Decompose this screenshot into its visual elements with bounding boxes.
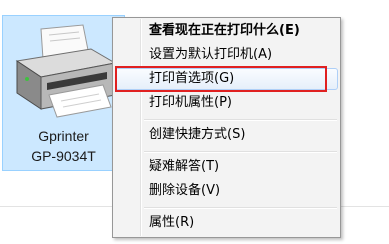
menu-item-create-shortcut[interactable]: 创建快捷方式(S) — [115, 124, 338, 146]
menu-item-label: 设置为默认打印机(A) — [149, 47, 273, 62]
device-name-line1: Gprinter — [38, 128, 89, 144]
context-menu: 查看现在正在打印什么(E) 设置为默认打印机(A) 打印首选项(G) 打印机属性… — [112, 17, 341, 238]
menu-separator — [144, 119, 337, 121]
menu-item-label: 打印机属性(P) — [149, 95, 232, 110]
annotation-highlight-box — [115, 66, 327, 92]
menu-item-properties[interactable]: 属性(R) — [115, 212, 338, 234]
printer-device-tile[interactable]: Gprinter GP-9034T — [2, 15, 125, 171]
device-name: Gprinter GP-9034T — [3, 126, 124, 166]
menu-item-troubleshoot[interactable]: 疑难解答(T) — [115, 156, 338, 178]
printer-icon — [15, 24, 117, 118]
menu-item-label: 创建快捷方式(S) — [149, 127, 246, 142]
menu-separator — [144, 151, 337, 153]
menu-separator — [144, 207, 337, 209]
menu-item-remove-device[interactable]: 删除设备(V) — [115, 180, 338, 202]
menu-item-label: 属性(R) — [149, 215, 195, 230]
menu-item-set-as-default[interactable]: 设置为默认打印机(A) — [115, 44, 338, 66]
menu-item-label: 查看现在正在打印什么(E) — [149, 23, 300, 38]
menu-item-label: 疑难解答(T) — [149, 159, 220, 174]
menu-item-label: 删除设备(V) — [149, 183, 221, 198]
menu-item-see-whats-printing[interactable]: 查看现在正在打印什么(E) — [115, 20, 338, 42]
device-name-line2: GP-9034T — [31, 148, 96, 164]
menu-item-printer-properties[interactable]: 打印机属性(P) — [115, 92, 338, 114]
